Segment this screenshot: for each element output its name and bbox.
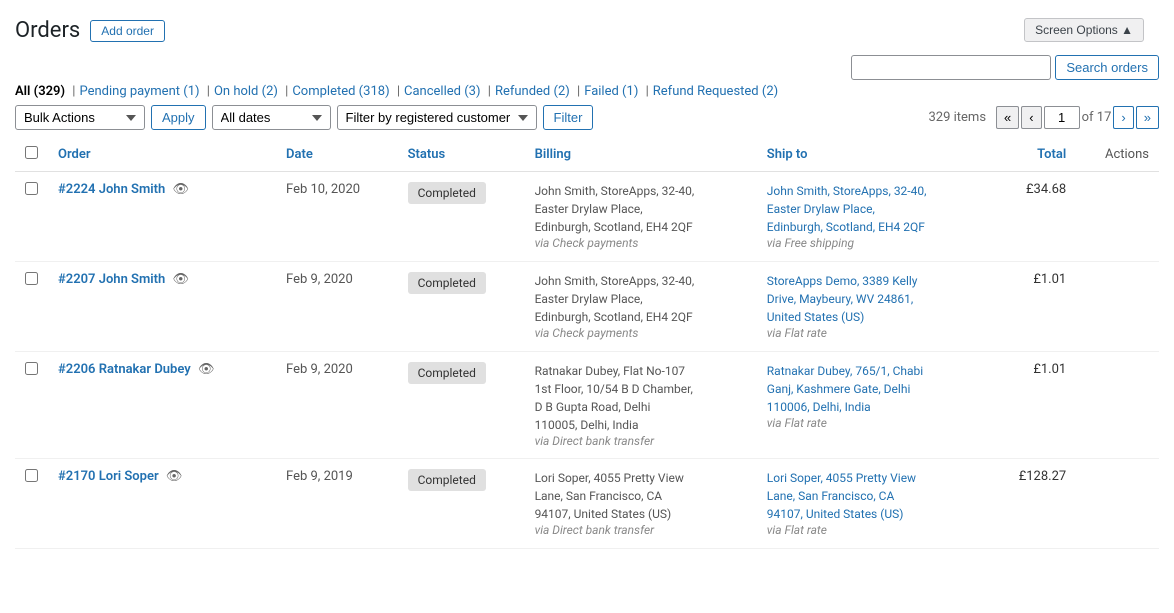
order-actions — [1076, 459, 1159, 549]
ship-to-link[interactable]: John Smith, StoreApps, 32-40,Easter Dryl… — [767, 184, 927, 234]
billing-via: via Check payments — [535, 326, 747, 340]
order-column-header[interactable]: Order — [48, 138, 276, 172]
order-link[interactable]: #2207 John Smith — [58, 272, 165, 287]
status-badge: Completed — [408, 362, 486, 384]
tab-all[interactable]: All (329) | — [15, 84, 79, 99]
first-page-button[interactable]: « — [996, 106, 1019, 129]
actions-column-header: Actions — [1076, 138, 1159, 172]
tab-completed[interactable]: Completed (318) | — [292, 84, 404, 99]
ship-via: via Flat rate — [767, 416, 827, 430]
ship-to-link[interactable]: StoreApps Demo, 3389 KellyDrive, Maybeur… — [767, 274, 918, 324]
order-total: £1.01 — [989, 262, 1076, 352]
tab-pending[interactable]: Pending payment (1) | — [79, 84, 214, 99]
ship-to-column-header: Ship to — [757, 138, 989, 172]
tab-refunded[interactable]: Refunded (2) | — [495, 84, 584, 99]
table-row: #2206 Ratnakar Dubey 👁 Feb 9, 2020 Complet… — [15, 352, 1159, 459]
billing-column-header: Billing — [525, 138, 757, 172]
search-box: Search orders — [851, 55, 1159, 80]
page-number-input[interactable] — [1044, 106, 1080, 129]
ship-via: via Flat rate — [767, 523, 827, 537]
pagination: « ‹ of 17 › » — [996, 106, 1159, 129]
page-title: Orders — [15, 18, 80, 43]
status-badge: Completed — [408, 469, 486, 491]
preview-icon[interactable]: 👁 — [173, 182, 190, 197]
order-date: Feb 9, 2019 — [276, 459, 398, 549]
total-column-header[interactable]: Total — [989, 138, 1076, 172]
filter-tabs: All (329) | Pending payment (1) | On hol… — [15, 84, 1159, 99]
row-checkbox[interactable] — [25, 469, 38, 482]
last-page-button[interactable]: » — [1136, 106, 1159, 129]
date-column-header[interactable]: Date — [276, 138, 398, 172]
status-badge: Completed — [408, 182, 486, 204]
items-count: 329 items — [928, 110, 986, 125]
bulk-actions-select[interactable]: Bulk Actions Mark processing Mark on-hol… — [15, 105, 145, 130]
order-date: Feb 10, 2020 — [276, 172, 398, 262]
ship-to-link[interactable]: Ratnakar Dubey, 765/1, ChabiGanj, Kashme… — [767, 364, 923, 414]
order-total: £128.27 — [989, 459, 1076, 549]
row-checkbox[interactable] — [25, 362, 38, 375]
tab-refund-requested[interactable]: Refund Requested (2) — [653, 84, 778, 99]
add-order-button[interactable]: Add order — [90, 20, 165, 42]
billing-address: John Smith, StoreApps, 32-40,Easter Dryl… — [535, 182, 747, 236]
total-pages: of 17 — [1082, 110, 1112, 125]
order-actions — [1076, 172, 1159, 262]
order-link[interactable]: #2170 Lori Soper — [58, 469, 159, 484]
order-date: Feb 9, 2020 — [276, 262, 398, 352]
table-row: #2207 John Smith 👁 Feb 9, 2020 Completed Jo… — [15, 262, 1159, 352]
table-row: #2224 John Smith 👁 Feb 10, 2020 Completed J… — [15, 172, 1159, 262]
ship-to-link[interactable]: Lori Soper, 4055 Pretty ViewLane, San Fr… — [767, 471, 916, 521]
order-link[interactable]: #2224 John Smith — [58, 182, 165, 197]
next-page-button[interactable]: › — [1113, 106, 1133, 129]
apply-button[interactable]: Apply — [151, 105, 206, 130]
screen-options-button[interactable]: Screen Options ▲ — [1024, 18, 1144, 42]
orders-table: Order Date Status Billing Ship to Total … — [15, 138, 1159, 549]
row-checkbox[interactable] — [25, 272, 38, 285]
ship-via: via Free shipping — [767, 236, 854, 250]
order-link[interactable]: #2206 Ratnakar Dubey — [58, 362, 191, 377]
search-orders-button[interactable]: Search orders — [1055, 55, 1159, 80]
order-total: £1.01 — [989, 352, 1076, 459]
toolbar: Bulk Actions Mark processing Mark on-hol… — [15, 105, 1159, 130]
preview-icon[interactable]: 👁 — [173, 272, 190, 287]
order-actions — [1076, 262, 1159, 352]
tab-failed[interactable]: Failed (1) | — [584, 84, 653, 99]
status-column-header: Status — [398, 138, 525, 172]
tab-cancelled[interactable]: Cancelled (3) | — [404, 84, 495, 99]
select-all-checkbox[interactable] — [25, 146, 38, 159]
billing-via: via Direct bank transfer — [535, 523, 747, 537]
billing-address: Ratnakar Dubey, Flat No-1071st Floor, 10… — [535, 362, 747, 434]
table-row: #2170 Lori Soper 👁 Feb 9, 2019 Completed Lo… — [15, 459, 1159, 549]
preview-icon[interactable]: 👁 — [198, 362, 215, 377]
tab-on-hold[interactable]: On hold (2) | — [214, 84, 292, 99]
billing-address: Lori Soper, 4055 Pretty ViewLane, San Fr… — [535, 469, 747, 523]
search-input[interactable] — [851, 55, 1051, 80]
billing-address: John Smith, StoreApps, 32-40,Easter Dryl… — [535, 272, 747, 326]
screen-options: Screen Options ▲ — [1024, 18, 1144, 42]
row-checkbox[interactable] — [25, 182, 38, 195]
ship-via: via Flat rate — [767, 326, 827, 340]
billing-via: via Check payments — [535, 236, 747, 250]
customer-filter-select[interactable]: Filter by registered customer — [337, 105, 537, 130]
prev-page-button[interactable]: ‹ — [1021, 106, 1041, 129]
order-date: Feb 9, 2020 — [276, 352, 398, 459]
order-total: £34.68 — [989, 172, 1076, 262]
date-filter-select[interactable]: All dates January 2020 February 2020 — [212, 105, 331, 130]
preview-icon[interactable]: 👁 — [166, 469, 183, 484]
select-all-header — [15, 138, 48, 172]
filter-button[interactable]: Filter — [543, 105, 594, 130]
order-actions — [1076, 352, 1159, 459]
status-badge: Completed — [408, 272, 486, 294]
billing-via: via Direct bank transfer — [535, 434, 747, 448]
